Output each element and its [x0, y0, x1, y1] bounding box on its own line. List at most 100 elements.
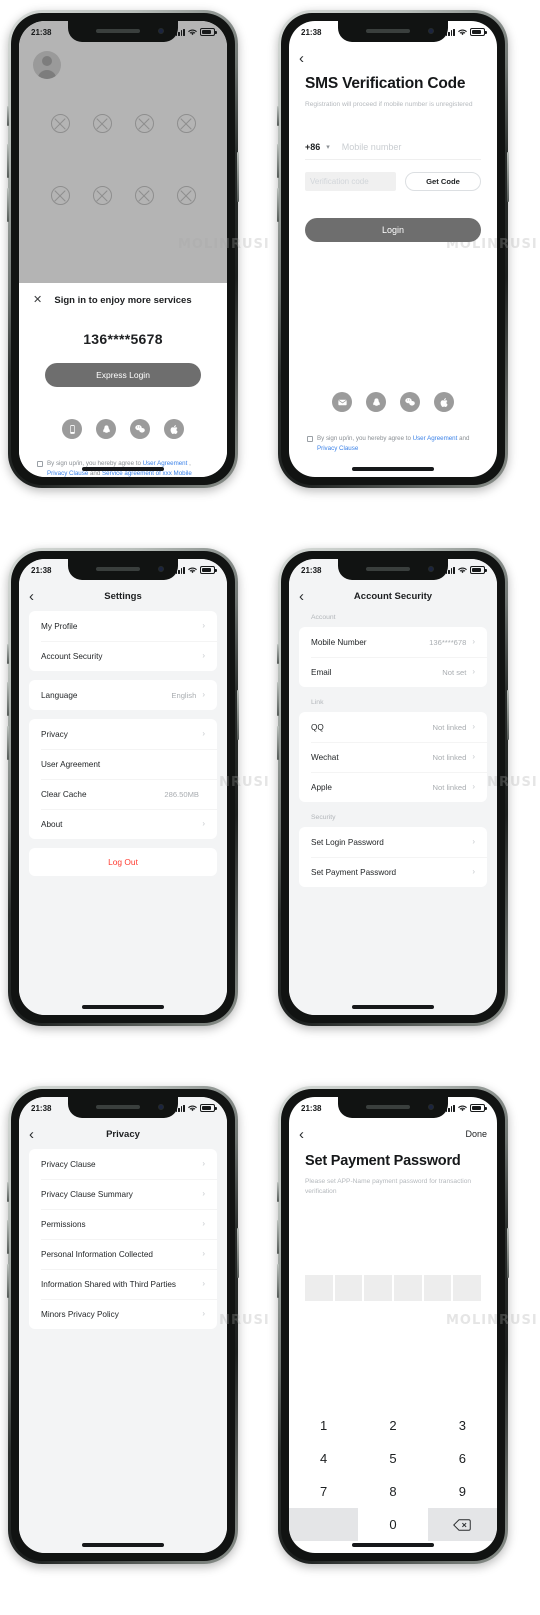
user-avatar-icon[interactable] — [33, 51, 61, 79]
row-email[interactable]: Email Not set › — [299, 657, 487, 687]
power-button[interactable] — [237, 1228, 239, 1278]
privacy-clause-link[interactable]: Privacy Clause — [47, 470, 88, 477]
apple-login-icon[interactable] — [164, 419, 184, 439]
home-indicator[interactable] — [82, 1543, 164, 1547]
home-indicator[interactable] — [352, 1543, 434, 1547]
sms-login-icon[interactable] — [62, 419, 82, 439]
password-box[interactable] — [423, 1275, 452, 1302]
volume-up-button[interactable] — [277, 682, 279, 716]
chevron-down-icon[interactable]: ▾ — [326, 143, 330, 151]
log-out-button[interactable]: Log Out — [29, 848, 217, 876]
qq-login-icon[interactable] — [366, 392, 386, 413]
mute-switch[interactable] — [7, 106, 9, 126]
email-login-icon[interactable] — [332, 392, 352, 413]
volume-down-button[interactable] — [277, 188, 279, 222]
key-6[interactable]: 6 — [427, 1442, 497, 1475]
home-indicator[interactable] — [352, 467, 434, 471]
home-indicator[interactable] — [82, 1005, 164, 1009]
volume-up-button[interactable] — [7, 682, 9, 716]
account-security-list[interactable]: Account Mobile Number 136****678 › Email… — [289, 611, 497, 1015]
verification-code-input[interactable]: Verification code — [305, 172, 396, 192]
home-indicator[interactable] — [82, 467, 164, 471]
back-chevron-icon[interactable]: ‹ — [299, 1127, 315, 1142]
password-box[interactable] — [394, 1275, 422, 1302]
key-9[interactable]: 9 — [427, 1475, 497, 1508]
key-3[interactable]: 3 — [427, 1409, 497, 1442]
agreement-checkbox[interactable] — [307, 436, 313, 443]
row-personal-information-collected[interactable]: Personal Information Collected › — [29, 1239, 217, 1269]
power-button[interactable] — [507, 690, 509, 740]
volume-down-button[interactable] — [7, 726, 9, 760]
row-qq[interactable]: QQ Not linked › — [299, 712, 487, 742]
agreement-checkbox[interactable] — [37, 461, 43, 467]
row-minors-privacy-policy[interactable]: Minors Privacy Policy › — [29, 1299, 217, 1329]
row-privacy-clause-summary[interactable]: Privacy Clause Summary › — [29, 1179, 217, 1209]
backspace-icon[interactable] — [427, 1508, 497, 1541]
privacy-list[interactable]: Privacy Clause › Privacy Clause Summary … — [19, 1149, 227, 1553]
key-8[interactable]: 8 — [358, 1475, 428, 1508]
volume-down-button[interactable] — [7, 188, 9, 222]
privacy-clause-link[interactable]: Privacy Clause — [317, 445, 358, 452]
key-2[interactable]: 2 — [358, 1409, 428, 1442]
key-0[interactable]: 0 — [358, 1508, 428, 1541]
mute-switch[interactable] — [277, 1182, 279, 1202]
agreement-row[interactable]: By sign up/in, you hereby agree to User … — [305, 434, 481, 454]
home-indicator[interactable] — [352, 1005, 434, 1009]
back-chevron-icon[interactable]: ‹ — [299, 589, 315, 604]
row-wechat[interactable]: Wechat Not linked › — [299, 742, 487, 772]
row-set-payment-password[interactable]: Set Payment Password › — [299, 857, 487, 887]
back-chevron-icon[interactable]: ‹ — [29, 1127, 45, 1142]
key-1[interactable]: 1 — [289, 1409, 359, 1442]
volume-up-button[interactable] — [7, 144, 9, 178]
settings-row-clear-cache[interactable]: Clear Cache 286.50MB — [29, 779, 217, 809]
power-button[interactable] — [237, 690, 239, 740]
mobile-number-input[interactable]: Mobile number — [342, 142, 402, 152]
volume-up-button[interactable] — [277, 144, 279, 178]
country-code-value[interactable]: +86 — [305, 142, 320, 152]
wechat-login-icon[interactable] — [400, 392, 420, 413]
row-mobile-number[interactable]: Mobile Number 136****678 › — [299, 627, 487, 657]
settings-row-account-security[interactable]: Account Security › — [29, 641, 217, 671]
settings-row-language[interactable]: Language English › — [29, 680, 217, 710]
close-icon[interactable]: ✕ — [33, 294, 47, 306]
volume-down-button[interactable] — [277, 1264, 279, 1298]
volume-up-button[interactable] — [277, 1220, 279, 1254]
password-box[interactable] — [364, 1275, 392, 1302]
row-set-login-password[interactable]: Set Login Password › — [299, 827, 487, 857]
settings-row-about[interactable]: About › — [29, 809, 217, 839]
row-permissions[interactable]: Permissions › — [29, 1209, 217, 1239]
row-apple[interactable]: Apple Not linked › — [299, 772, 487, 802]
volume-down-button[interactable] — [7, 1264, 9, 1298]
back-chevron-icon[interactable]: ‹ — [29, 589, 45, 604]
password-box[interactable] — [304, 1275, 333, 1302]
user-agreement-link[interactable]: User Agreement — [143, 460, 188, 467]
mute-switch[interactable] — [277, 644, 279, 664]
wechat-login-icon[interactable] — [130, 419, 150, 439]
settings-row-privacy[interactable]: Privacy › — [29, 719, 217, 749]
get-code-button[interactable]: Get Code — [405, 172, 481, 192]
login-button[interactable]: Login — [305, 218, 481, 243]
key-5[interactable]: 5 — [358, 1442, 428, 1475]
password-box[interactable] — [453, 1275, 482, 1302]
settings-row-user-agreement[interactable]: User Agreement — [29, 749, 217, 779]
settings-list[interactable]: My Profile › Account Security › Language — [19, 611, 227, 1015]
key-4[interactable]: 4 — [289, 1442, 359, 1475]
key-7[interactable]: 7 — [289, 1475, 359, 1508]
express-login-button[interactable]: Express Login — [45, 363, 201, 387]
power-button[interactable] — [237, 152, 239, 202]
user-agreement-link[interactable]: User Agreement — [413, 435, 458, 442]
back-chevron-icon[interactable]: ‹ — [299, 51, 315, 66]
mute-switch[interactable] — [7, 1182, 9, 1202]
password-input-boxes[interactable] — [304, 1275, 482, 1302]
row-information-shared-third-parties[interactable]: Information Shared with Third Parties › — [29, 1269, 217, 1299]
settings-row-my-profile[interactable]: My Profile › — [29, 611, 217, 641]
power-button[interactable] — [507, 152, 509, 202]
row-privacy-clause[interactable]: Privacy Clause › — [29, 1149, 217, 1179]
done-button[interactable]: Done — [465, 1129, 487, 1139]
password-box[interactable] — [334, 1275, 363, 1302]
power-button[interactable] — [507, 1228, 509, 1278]
volume-up-button[interactable] — [7, 1220, 9, 1254]
mute-switch[interactable] — [7, 644, 9, 664]
mobile-number-field[interactable]: +86 ▾ Mobile number — [305, 134, 481, 161]
volume-down-button[interactable] — [277, 726, 279, 760]
